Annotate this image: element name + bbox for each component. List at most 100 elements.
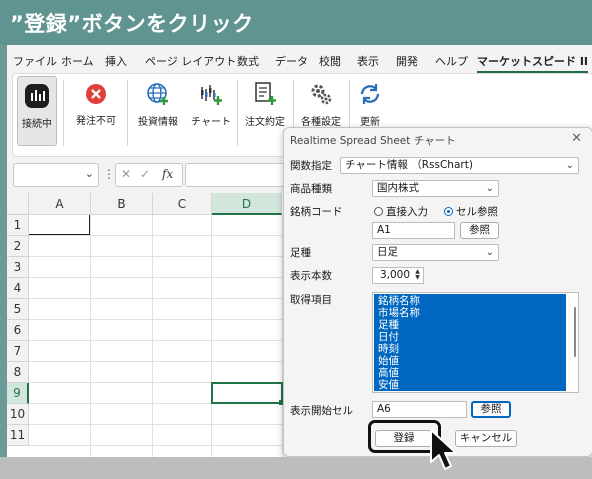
connected-label: 接続中 <box>22 119 52 130</box>
close-icon[interactable]: ✕ <box>571 131 582 146</box>
items-listbox[interactable]: 銘柄名称 市場名称 足種 日付 時刻 始値 高値 安値 <box>372 292 579 393</box>
product-label: 商品種類 <box>290 183 332 195</box>
settings-button[interactable]: 各種設定 <box>297 76 345 128</box>
list-item[interactable]: 高値 <box>378 367 399 379</box>
product-select[interactable]: 国内株式 ⌄ <box>372 180 499 197</box>
gears-icon <box>311 84 332 105</box>
row-header[interactable]: 4 <box>7 278 29 299</box>
row-header[interactable]: 6 <box>7 320 29 341</box>
period-label: 足種 <box>290 247 311 259</box>
menu-review[interactable]: 校閲 <box>319 53 341 69</box>
menu-formulas[interactable]: 数式 <box>237 53 259 69</box>
code-label: 銘柄コード <box>290 206 343 218</box>
menu-developer[interactable]: 開発 <box>396 53 418 69</box>
order-execution-button[interactable]: 注文約定 <box>241 76 289 128</box>
radio-direct-input[interactable]: 直接入力 <box>374 204 428 219</box>
menu-data[interactable]: データ <box>275 53 308 69</box>
column-header[interactable]: C <box>153 193 212 215</box>
active-cell-d9[interactable] <box>211 382 283 404</box>
select-all-corner[interactable] <box>7 193 29 215</box>
period-value: 日足 <box>377 246 398 258</box>
refresh-label: 更新 <box>360 117 380 128</box>
chart-label: チャート <box>191 117 231 128</box>
menu-help[interactable]: ヘルプ <box>435 53 468 69</box>
row-header[interactable]: 10 <box>7 404 29 425</box>
instruction-header: ”登録”ボタンをクリック <box>0 0 592 45</box>
menu-page-layout[interactable]: ページ レイアウト <box>145 53 236 69</box>
radio-cell-reference[interactable]: セル参照 <box>444 204 498 219</box>
start-cell-input[interactable]: A6 <box>372 401 467 418</box>
confirm-check-icon[interactable]: ✓ <box>140 167 150 181</box>
chevron-down-icon[interactable]: ⌄ <box>85 167 94 180</box>
row-header[interactable]: 1 <box>7 215 29 236</box>
ribbon-separator <box>63 80 64 146</box>
list-item[interactable]: 日付 <box>378 331 399 343</box>
product-value: 国内株式 <box>377 182 419 194</box>
refresh-button[interactable]: 更新 <box>353 76 387 128</box>
column-header-selected[interactable]: D <box>212 193 282 215</box>
period-select[interactable]: 日足 ⌄ <box>372 244 499 261</box>
grid-line <box>211 215 212 457</box>
row-header[interactable]: 11 <box>7 425 29 446</box>
func-value: チャート情報 （RssChart) <box>345 159 473 171</box>
menu-file[interactable]: ファイル <box>13 53 57 69</box>
column-header[interactable]: A <box>29 193 91 215</box>
bottom-band <box>0 457 592 479</box>
document-plus-icon <box>255 82 276 105</box>
settings-label: 各種設定 <box>301 117 341 128</box>
more-options-icon: ⋮ <box>103 167 115 181</box>
formula-controls: ✕ ✓ fx <box>115 163 183 187</box>
list-item[interactable]: 始値 <box>378 355 399 367</box>
row-header[interactable]: 2 <box>7 236 29 257</box>
menu-marketspeed[interactable]: マーケットスピード II <box>477 53 589 73</box>
row-header-selected[interactable]: 9 <box>7 383 29 404</box>
list-item[interactable]: 足種 <box>378 319 399 331</box>
list-item[interactable]: 銘柄名称 <box>378 295 420 307</box>
radio-on-icon <box>444 207 453 216</box>
count-input[interactable]: 3,000 ▲ ▼ <box>372 267 424 284</box>
cancel-button[interactable]: キャンセル <box>455 430 517 447</box>
fx-icon[interactable]: fx <box>162 167 173 181</box>
start-ref-button[interactable]: 参照 <box>471 401 511 418</box>
grid-line <box>90 215 91 457</box>
start-cell-label: 表示開始セル <box>290 405 353 417</box>
row-header[interactable]: 8 <box>7 362 29 383</box>
row-header[interactable]: 7 <box>7 341 29 362</box>
column-header[interactable]: B <box>91 193 153 215</box>
menu-view[interactable]: 表示 <box>357 53 379 69</box>
chart-dialog: Realtime Spread Sheet チャート ✕ 関数指定 チャート情報… <box>283 127 592 457</box>
chart-button[interactable]: チャート <box>189 76 233 128</box>
chart-plus-icon <box>201 85 222 105</box>
cell-a1-border[interactable] <box>29 215 90 235</box>
refresh-icon <box>360 84 380 104</box>
row-header[interactable]: 3 <box>7 257 29 278</box>
list-item[interactable]: 安値 <box>378 379 399 391</box>
list-scrollbar[interactable] <box>574 307 576 357</box>
order-disabled-button[interactable]: 発注不可 <box>71 76 121 127</box>
menu-bar: ファイル ホーム 挿入 ページ レイアウト 数式 データ 校閲 表示 開発 ヘル… <box>7 45 592 73</box>
menu-insert[interactable]: 挿入 <box>105 53 127 69</box>
menu-home[interactable]: ホーム <box>61 53 94 69</box>
code-ref-button[interactable]: 参照 <box>460 222 499 239</box>
code-input[interactable]: A1 <box>372 222 455 239</box>
func-select[interactable]: チャート情報 （RssChart) ⌄ <box>340 157 579 174</box>
name-box[interactable]: ⌄ <box>13 163 99 187</box>
radio-cell-label: セル参照 <box>456 206 498 218</box>
cancel-x-icon[interactable]: ✕ <box>121 167 131 181</box>
chevron-down-icon: ⌄ <box>485 247 494 258</box>
list-item[interactable]: 時刻 <box>378 343 399 355</box>
func-label: 関数指定 <box>290 160 332 172</box>
spin-down-icon[interactable]: ▼ <box>413 275 422 281</box>
dialog-title: Realtime Spread Sheet チャート <box>290 135 456 147</box>
radio-off-icon <box>374 207 383 216</box>
chevron-down-icon: ⌄ <box>565 160 574 171</box>
list-item[interactable]: 市場名称 <box>378 307 420 319</box>
count-spinner[interactable]: ▲ ▼ <box>413 269 422 282</box>
investment-info-button[interactable]: 投資情報 <box>133 76 183 128</box>
connected-button[interactable]: 接続中 <box>17 76 57 146</box>
count-label: 表示本数 <box>290 270 332 282</box>
list-selection: 銘柄名称 市場名称 足種 日付 時刻 始値 高値 安値 <box>374 294 566 391</box>
connection-icon <box>25 84 49 108</box>
row-header[interactable]: 5 <box>7 299 29 320</box>
grid-line <box>152 215 153 457</box>
